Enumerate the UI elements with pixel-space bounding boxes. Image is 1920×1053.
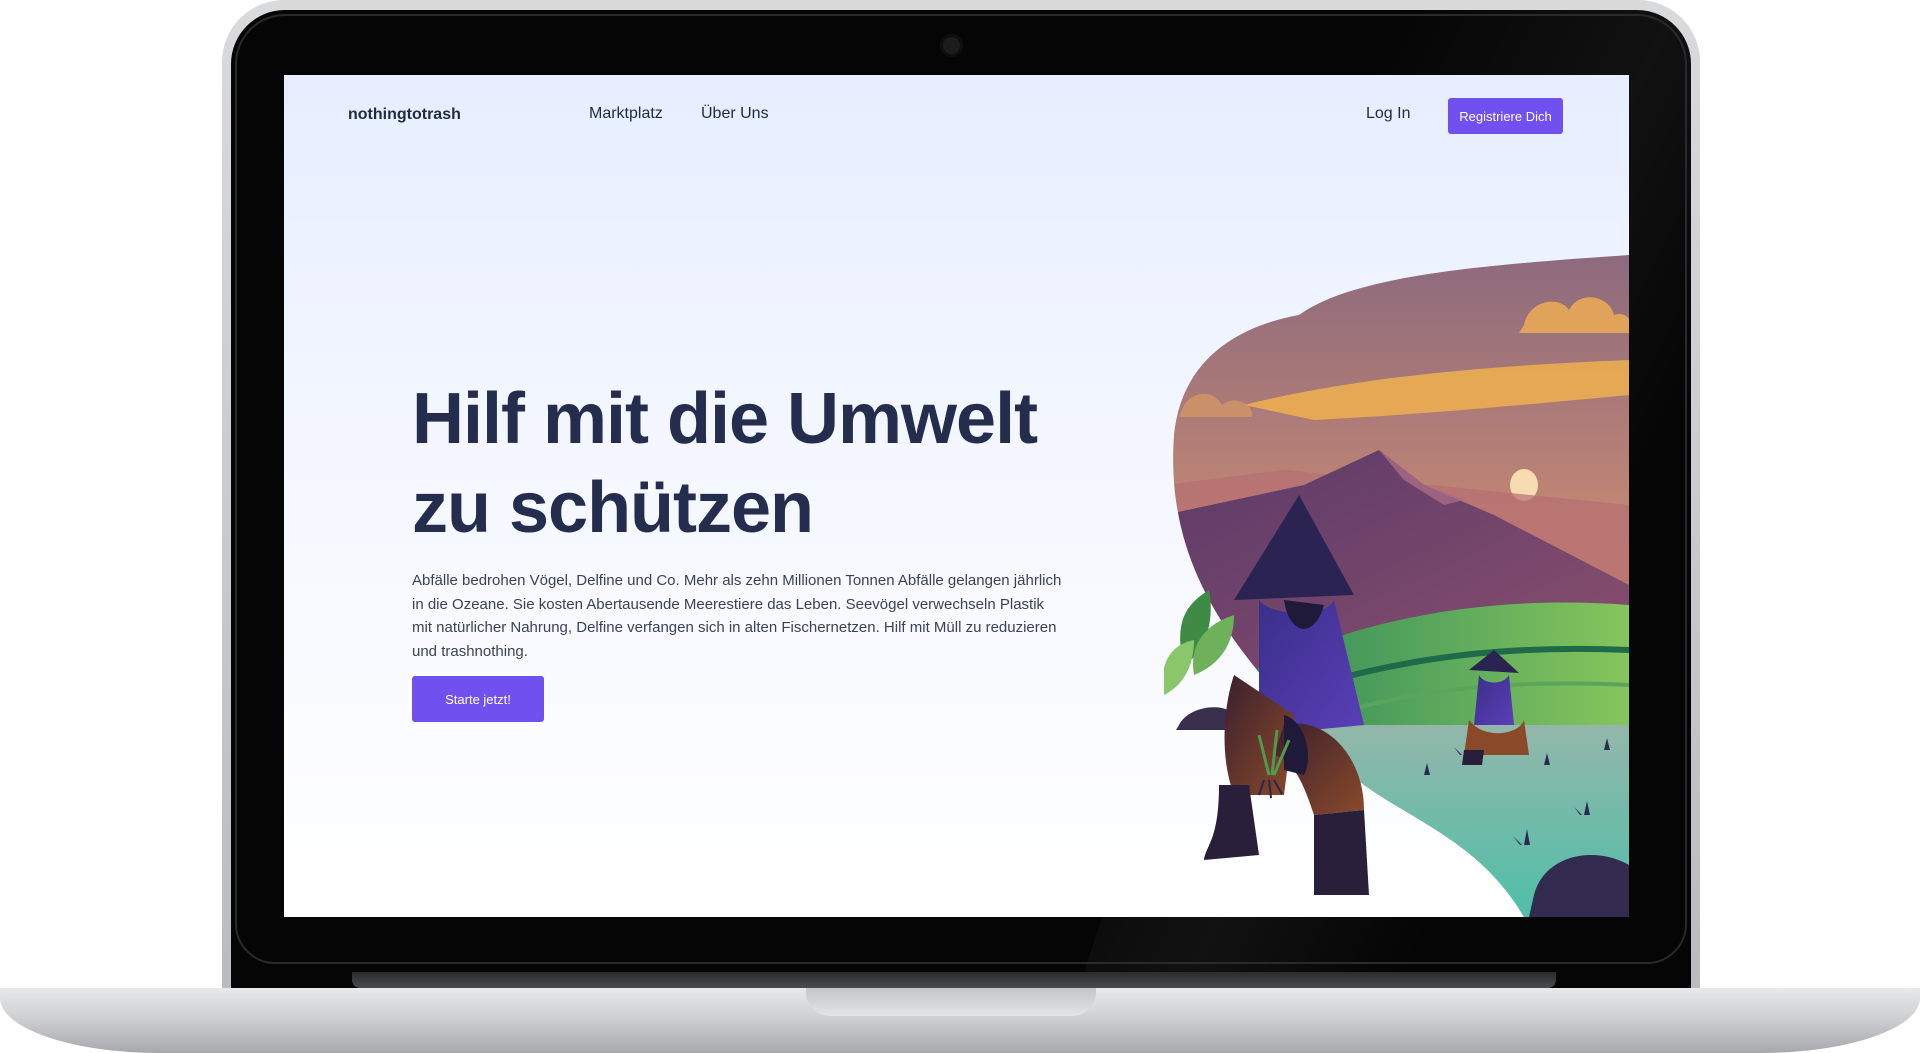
brand-logo[interactable]: nothingtotrash — [348, 106, 461, 124]
hero-title-line-2: zu schützen — [412, 468, 814, 548]
laptop-opening-notch — [806, 988, 1096, 1016]
register-button[interactable]: Registriere Dich — [1448, 98, 1563, 134]
nav-link-ueber-uns[interactable]: Über Uns — [701, 105, 769, 123]
login-link[interactable]: Log In — [1366, 105, 1410, 123]
rice-field-farmers-illustration — [1164, 255, 1629, 917]
hero-title-line-1: Hilf mit die Umwelt — [412, 379, 1038, 459]
hero-title: Hilf mit die Umwelt zu schützen — [412, 375, 1092, 553]
browser-screen: nothingtotrash Marktplatz Über Uns Log I… — [284, 75, 1629, 917]
nav-link-marktplatz[interactable]: Marktplatz — [589, 105, 663, 123]
top-navigation: nothingtotrash Marktplatz Über Uns Log I… — [284, 75, 1629, 155]
laptop-hinge — [352, 972, 1556, 988]
webcam-icon — [940, 34, 963, 57]
start-now-button[interactable]: Starte jetzt! — [412, 676, 544, 722]
hero-description: Abfälle bedrohen Vögel, Delfine und Co. … — [412, 572, 1062, 660]
